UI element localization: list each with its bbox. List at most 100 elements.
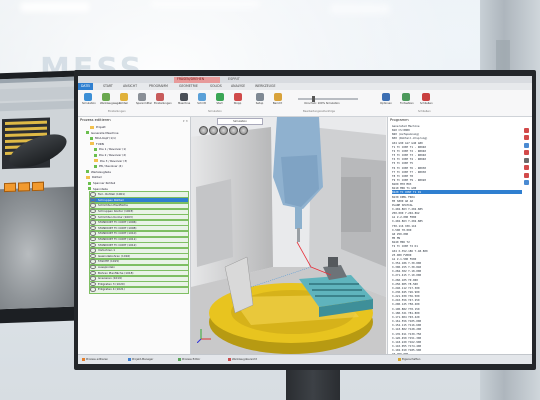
- tab-solids[interactable]: SOLIDS: [207, 83, 225, 90]
- tree-item-label: STANDORT TC CONT (1010): [98, 231, 137, 236]
- status-tab-project-manager[interactable]: Projekt-Manager: [128, 356, 153, 363]
- nc-program-panel[interactable]: Programm Generated Machine N10 CS:8000 N20…: [387, 117, 532, 355]
- ribbon-button-close[interactable]: Schließen: [420, 93, 433, 105]
- tab-programm[interactable]: PROGRAMM: [146, 83, 171, 90]
- ribbon-button-report[interactable]: Bericht: [272, 93, 283, 105]
- tree-item[interactable]: Pos 3 / Revolver (3): [94, 159, 188, 164]
- ribbon-button-setup[interactable]: Setup: [254, 93, 265, 105]
- tree-item[interactable]: Projekt: [90, 125, 188, 130]
- visibility-icon: [90, 248, 96, 253]
- tree-item-label: Spanner Rohteil: [93, 181, 116, 185]
- tab-start[interactable]: START: [100, 83, 116, 90]
- tree-item[interactable]: Ausspindeln: [89, 263, 189, 272]
- stock-icon: [119, 93, 128, 101]
- ribbon-button-step[interactable]: Schritt: [196, 93, 207, 105]
- status-tab-tools[interactable]: Werkzeugübersicht: [228, 356, 257, 363]
- tree-item-label: Schruppen Kontur (1003): [98, 209, 134, 214]
- tree-item[interactable]: Entgraten 4 (1021): [89, 286, 189, 294]
- status-tab-process-editor[interactable]: Prozess Editor: [178, 356, 200, 363]
- program-tool-icon[interactable]: [524, 180, 529, 185]
- status-tab-process[interactable]: Prozess editieren: [82, 356, 108, 363]
- tab-geometrie[interactable]: GEOMETRIE: [176, 83, 201, 90]
- check-icon: [90, 136, 93, 140]
- program-side-toolbar: [524, 125, 531, 188]
- secondary-screen-bar: [0, 76, 74, 84]
- panel-pin-icon[interactable]: ▾ ✕: [183, 119, 188, 123]
- ribbon-button-machine[interactable]: Maschine: [178, 93, 190, 105]
- tree-item[interactable]: Gewindebohren (1016): [89, 252, 189, 261]
- tab-ansicht[interactable]: ANSICHT: [120, 83, 140, 90]
- tree-item[interactable]: Generelle Maschine: [86, 131, 188, 136]
- tree-item[interactable]: TURN: [90, 142, 188, 147]
- tree-item[interactable]: Gravieren (1019): [89, 275, 189, 283]
- tree-item-label: Schlichten Planfläche: [98, 203, 128, 208]
- tree-item[interactable]: STANDORT TC CONT (1010): [89, 230, 189, 238]
- ribbon-button-simulation[interactable]: Simulation: [82, 93, 96, 105]
- tree-item[interactable]: Teil - Rohteil (1001): [89, 191, 189, 199]
- tree-item[interactable]: STANDORT TC CONT (1008): [89, 224, 189, 233]
- step-icon: [197, 93, 206, 101]
- tree-item[interactable]: Schlichten Kontur (1003): [89, 213, 189, 221]
- ceiling-light: [150, 0, 260, 8]
- pan-view-icon[interactable]: [209, 126, 218, 135]
- program-tool-icon[interactable]: [524, 127, 529, 133]
- tree-item[interactable]: PN / Revolver (4): [94, 164, 188, 169]
- tree-item[interactable]: Entgraten 3 (1020): [89, 280, 189, 289]
- fit-view-icon[interactable]: [229, 126, 238, 135]
- ribbon-button-options[interactable]: Optionen: [380, 93, 392, 105]
- tab-datei[interactable]: DATEI: [78, 83, 94, 90]
- ribbon-button-settings[interactable]: Einstellungen: [154, 93, 172, 105]
- check-icon: [88, 187, 91, 191]
- rotate-view-icon[interactable]: [199, 126, 208, 135]
- tree-item[interactable]: Vorbohren 1: [89, 247, 189, 255]
- tree-item[interactable]: Rohteil: [86, 175, 188, 180]
- tree-item[interactable]: STANDORT TC CONT (1006): [89, 219, 189, 227]
- speed-slider[interactable]: [298, 96, 358, 102]
- ribbon-button-fixtures[interactable]: Spannmittel: [136, 93, 152, 105]
- status-tab-properties[interactable]: Eigenschaften: [398, 356, 420, 363]
- tab-analyse[interactable]: ANALYSE: [228, 83, 248, 90]
- visibility-icon: [90, 270, 96, 275]
- tab-werkzeuge[interactable]: WERKZEUGE: [252, 83, 279, 90]
- ribbon-button-stock[interactable]: Rohteil: [118, 93, 129, 105]
- tree-item-label: STANDORT TC CONT (1008): [98, 226, 137, 230]
- tree-item[interactable]: Pos 1 / Revolver (1): [94, 147, 188, 152]
- ribbon-button-start[interactable]: Start: [214, 93, 225, 105]
- tree-item[interactable]: Schlichten Planfläche: [89, 202, 189, 210]
- program-tool-icon[interactable]: [524, 142, 529, 148]
- tree-item[interactable]: Schruppen Rohteil: [89, 196, 189, 205]
- section-view-icon[interactable]: [239, 126, 248, 135]
- tree-item-label: STANDORT TC CONT (1011): [98, 237, 137, 242]
- simulation-viewport[interactable]: Simulation: [191, 117, 386, 355]
- visibility-icon: [90, 209, 96, 214]
- tree-item[interactable]: Spanner Rohteil: [88, 181, 188, 186]
- ribbon-button-stop[interactable]: Stopp: [232, 93, 243, 105]
- tree-item[interactable]: Schruppen Kontur (1003): [89, 207, 189, 216]
- zoom-view-icon[interactable]: [219, 126, 228, 135]
- fixture-icon: [137, 93, 146, 101]
- program-tool-icon[interactable]: [524, 135, 529, 140]
- tree-item[interactable]: Werkzeugteile: [86, 170, 188, 175]
- ribbon-group-label: Schließen: [418, 110, 431, 113]
- ribbon-button-resume[interactable]: Fortsetzen: [400, 93, 414, 105]
- ribbon-button-toolpaths[interactable]: Werkzeugwege: [100, 93, 120, 105]
- program-tool-icon[interactable]: [524, 157, 529, 163]
- program-tool-icon[interactable]: [524, 150, 529, 155]
- tree-item[interactable]: Pos 2 / Revolver (2): [94, 153, 188, 158]
- tree-item[interactable]: STANDORT TC CONT (1011): [89, 235, 189, 244]
- visibility-icon: [90, 242, 96, 247]
- viewport-tab[interactable]: Simulation: [217, 118, 263, 125]
- program-tool-icon[interactable]: [524, 165, 529, 170]
- tree-item-label: Bohren Planfläche (1018): [98, 270, 134, 275]
- visibility-icon: [90, 203, 96, 208]
- tree-item-label: Rohteil: [92, 175, 102, 180]
- tree-item[interactable]: Bohren Planfläche (1018): [89, 269, 189, 277]
- tree-item[interactable]: Spannteile: [88, 187, 188, 192]
- stop-icon: [233, 93, 242, 101]
- tree-item[interactable]: TASCHE (1015): [89, 258, 189, 266]
- status-tab-label: Prozess Editor: [182, 358, 201, 361]
- program-tool-icon[interactable]: [524, 172, 529, 178]
- status-tab-label: Prozess editieren: [86, 358, 109, 361]
- tree-item[interactable]: MCA-Kopf (1/1): [90, 136, 188, 141]
- tree-item[interactable]: STANDORT TC CONT (1012): [89, 241, 189, 249]
